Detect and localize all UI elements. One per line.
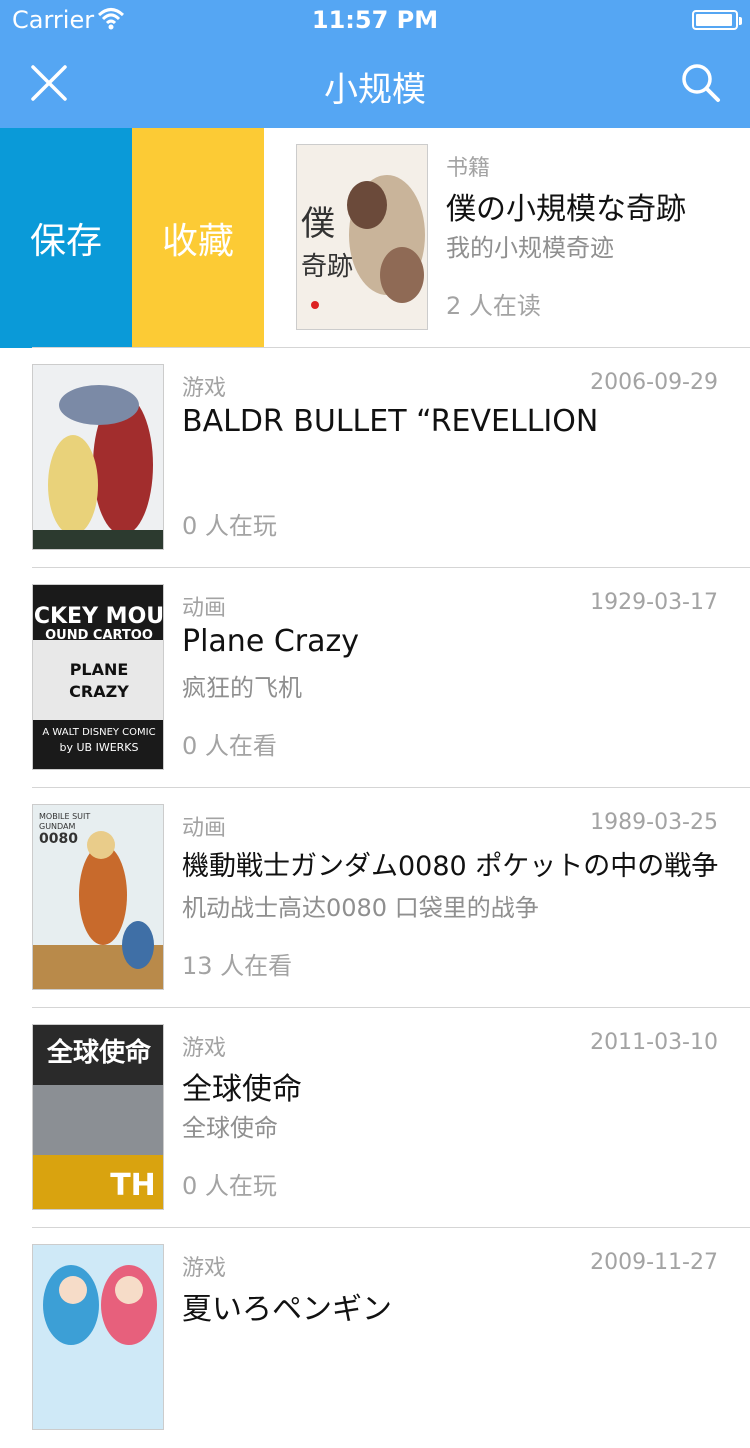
cover-text: by UB IWERKS [60, 741, 139, 754]
release-date: 2006-09-29 [590, 370, 718, 395]
category-label: 动画 [182, 596, 227, 621]
cover-image: 全球使命 TH [32, 1024, 164, 1210]
item-title: BALDR BULLET “REVELLION [182, 404, 599, 439]
cover-text: GUNDAM [39, 822, 76, 831]
list-item[interactable]: 游戏 2009-11-27 夏いろペンギン [0, 1228, 750, 1448]
release-date: 1989-03-25 [590, 810, 718, 835]
cover-image [32, 364, 164, 550]
item-title: 機動戦士ガンダム0080 ポケットの中の戦争 [182, 851, 719, 882]
item-subtitle: 疯狂的飞机 [182, 674, 302, 702]
item-title: 全球使命 [182, 1072, 302, 1107]
page-title: 小规模 [324, 70, 426, 110]
item-count: 0 人在玩 [182, 1172, 277, 1200]
cover-image: CKEY MOU OUND CARTOO PLANE CRAZY A WALT … [32, 584, 164, 770]
item-count: 0 人在看 [182, 732, 277, 760]
cover-text: A WALT DISNEY COMIC [42, 727, 155, 738]
navigation-bar: Carrier 11:57 PM 小规模 [0, 0, 750, 128]
cover-text: CKEY MOU [34, 604, 164, 629]
category-label: 游戏 [182, 376, 227, 401]
item-subtitle: 我的小规模奇迹 [446, 234, 614, 262]
cover-image: MOBILE SUIT GUNDAM 0080 [32, 804, 164, 990]
release-date: 2009-11-27 [590, 1250, 718, 1275]
status-bar: Carrier 11:57 PM [0, 0, 750, 40]
item-subtitle: 全球使命 [182, 1114, 278, 1142]
svg-text:TH: TH [110, 1168, 156, 1203]
list-item[interactable]: CKEY MOU OUND CARTOO PLANE CRAZY A WALT … [0, 568, 750, 788]
list-item[interactable]: 全球使命 TH 游戏 2011-03-10 全球使命 全球使命 0 人在玩 [0, 1008, 750, 1228]
item-count: 2 人在读 [446, 292, 541, 320]
list-item[interactable]: 僕 奇跡 书籍 僕の小規模な奇跡 我的小规模奇迹 2 人在读 [264, 128, 750, 348]
cover-text: PLANE [70, 660, 129, 679]
item-count: 0 人在玩 [182, 512, 277, 540]
list-item[interactable]: 游戏 2006-09-29 BALDR BULLET “REVELLION 0 … [0, 348, 750, 568]
item-count: 13 人在看 [182, 952, 293, 980]
status-time: 11:57 PM [311, 6, 439, 34]
save-button[interactable]: 保存 [0, 128, 132, 348]
favorite-button[interactable]: 收藏 [132, 128, 264, 348]
cover-text: MOBILE SUIT [39, 812, 90, 821]
cover-image [32, 1244, 164, 1430]
category-label: 动画 [182, 816, 227, 841]
cover-image: 僕 奇跡 [296, 144, 428, 330]
battery-icon [692, 10, 742, 30]
cover-text: 0080 [39, 831, 78, 847]
release-date: 2011-03-10 [590, 1030, 718, 1055]
cover-text: CRAZY [69, 682, 129, 701]
release-date: 1929-03-17 [590, 590, 718, 615]
item-title: 夏いろペンギン [182, 1292, 392, 1327]
category-label: 游戏 [182, 1256, 227, 1281]
svg-text:僕: 僕 [301, 204, 335, 244]
list-item[interactable]: MOBILE SUIT GUNDAM 0080 动画 1989-03-25 機動… [0, 788, 750, 1008]
search-icon[interactable] [680, 62, 722, 104]
item-subtitle: 机动战士高达0080 口袋里的战争 [182, 894, 539, 922]
category-label: 书籍 [446, 156, 491, 181]
item-title: 僕の小規模な奇跡 [446, 192, 686, 227]
category-label: 游戏 [182, 1036, 227, 1061]
item-title: Plane Crazy [182, 624, 359, 659]
svg-text:奇跡: 奇跡 [301, 252, 353, 282]
cover-text: 全球使命 [46, 1037, 152, 1068]
cover-text: OUND CARTOO [45, 628, 153, 643]
swiped-list-item[interactable]: 保存 收藏 僕 奇跡 书籍 僕の小規模な奇跡 我的小规模奇迹 2 人在读 [0, 128, 750, 348]
